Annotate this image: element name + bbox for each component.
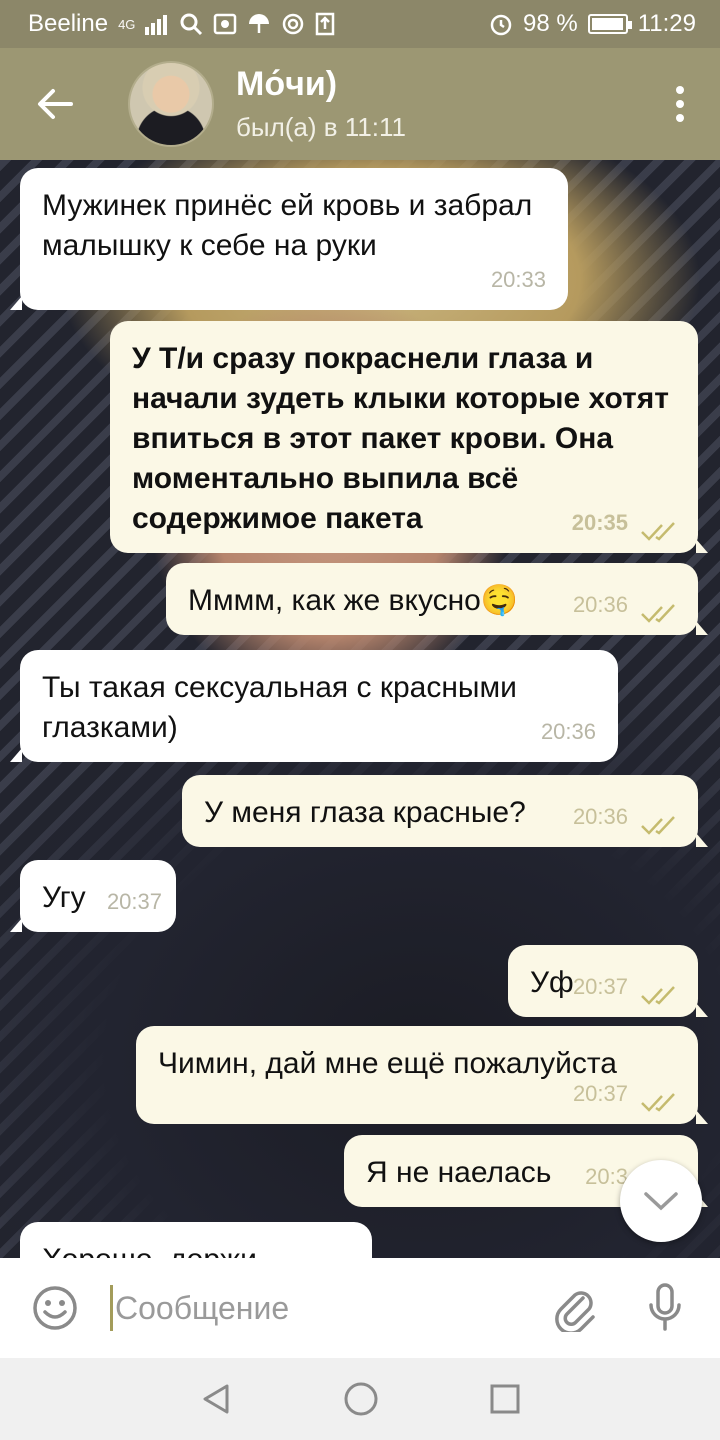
message-bubble-incoming[interactable]: Угу 20:37: [10, 860, 176, 932]
message-text: Чимин, дай мне ещё пожалуйста: [158, 1047, 617, 1080]
message-time: 20:37: [572, 974, 628, 999]
alarm-icon: [490, 14, 512, 36]
message-bubble-outgoing[interactable]: Уф 20:37: [508, 945, 708, 1017]
message-bubble-outgoing[interactable]: У меня глаза красные? 20:36: [182, 775, 708, 847]
battery-icon: [587, 14, 632, 34]
message-text: Мммм, как же вкусно🤤: [188, 584, 519, 617]
message-bubble-incoming[interactable]: Ты такая сексуальная с красными глазками…: [10, 650, 618, 762]
nav-back-icon[interactable]: [199, 1382, 233, 1416]
message-text: Угу: [42, 881, 86, 914]
emoji-button[interactable]: [0, 1258, 110, 1358]
microphone-icon: [649, 1283, 681, 1331]
scroll-down-button[interactable]: [620, 1160, 702, 1242]
chat-header: Мо́чи) был(а) в 11:11: [0, 48, 720, 160]
network-type-label: 4G: [118, 16, 136, 32]
message-time: 20:37: [106, 889, 162, 914]
back-arrow-icon: [38, 89, 73, 119]
nav-home-icon[interactable]: [343, 1381, 379, 1417]
contact-info[interactable]: Мо́чи) был(а) в 11:11: [236, 65, 406, 143]
message-text: Я не наелась: [366, 1156, 552, 1189]
message-time: 20:37: [572, 1081, 628, 1106]
chevron-down-icon: [644, 1192, 678, 1211]
message-list[interactable]: Мужинек принёс ей кровь и забрал малышку…: [0, 160, 720, 1258]
message-bubble-outgoing[interactable]: Чимин, дай мне ещё пожалуйста 20:37: [136, 1026, 708, 1124]
message-input[interactable]: [115, 1289, 535, 1327]
double-check-icon: [641, 522, 675, 541]
double-check-icon: [641, 986, 675, 1005]
message-time: 20:35: [571, 510, 628, 535]
clock: 11:29: [637, 10, 696, 37]
message-text: Мужинек принёс ей кровь и забрал малышку…: [42, 189, 533, 262]
text-cursor: [110, 1285, 113, 1331]
paperclip-icon: [555, 1291, 595, 1332]
message-text: Хорошо, держи: [42, 1243, 257, 1258]
message-text: Уф: [530, 966, 574, 999]
attach-button[interactable]: [540, 1258, 610, 1358]
composer: [0, 1258, 720, 1358]
last-seen-status: был(а) в 11:11: [236, 112, 406, 142]
double-check-icon: [641, 604, 675, 623]
message-text: Ты такая сексуальная с красными глазками…: [42, 671, 517, 744]
message-time: 20:33: [490, 267, 546, 292]
signal-icon: [145, 15, 168, 35]
nav-recents-icon[interactable]: [489, 1383, 521, 1415]
message-bubble-incoming[interactable]: Мужинек принёс ей кровь и забрал малышку…: [10, 168, 568, 310]
system-nav-bar: [0, 1358, 720, 1440]
umbrella-icon: [249, 14, 270, 33]
message-bubble-outgoing[interactable]: Мммм, как же вкусно🤤 20:36: [166, 563, 708, 635]
gallery-icon: [214, 13, 237, 35]
message-time: 20:36: [572, 592, 628, 617]
back-button[interactable]: [0, 48, 110, 160]
message-bubble-outgoing[interactable]: У Т/и сразу покраснели глаза и начали зу…: [110, 321, 708, 553]
double-check-icon: [641, 1093, 675, 1112]
more-vert-icon[interactable]: [640, 48, 720, 160]
message-text: У меня глаза красные?: [204, 796, 526, 829]
upload-icon: [316, 12, 335, 36]
emoji-icon: [33, 1286, 77, 1330]
message-bubble-incoming[interactable]: Хорошо, держи: [20, 1222, 372, 1258]
message-time: 20:36: [572, 804, 628, 829]
battery-percent: 98 %: [523, 10, 578, 37]
search-icon: [180, 13, 203, 36]
carrier-label: Beeline: [28, 10, 109, 37]
at-icon: [283, 13, 304, 35]
message-time: 20:36: [540, 719, 596, 744]
status-bar: Beeline 4G 98 % 11:29: [0, 0, 720, 48]
voice-record-button[interactable]: [610, 1258, 720, 1358]
avatar[interactable]: [128, 61, 214, 147]
contact-name: Мо́чи): [236, 65, 338, 103]
double-check-icon: [641, 816, 675, 835]
